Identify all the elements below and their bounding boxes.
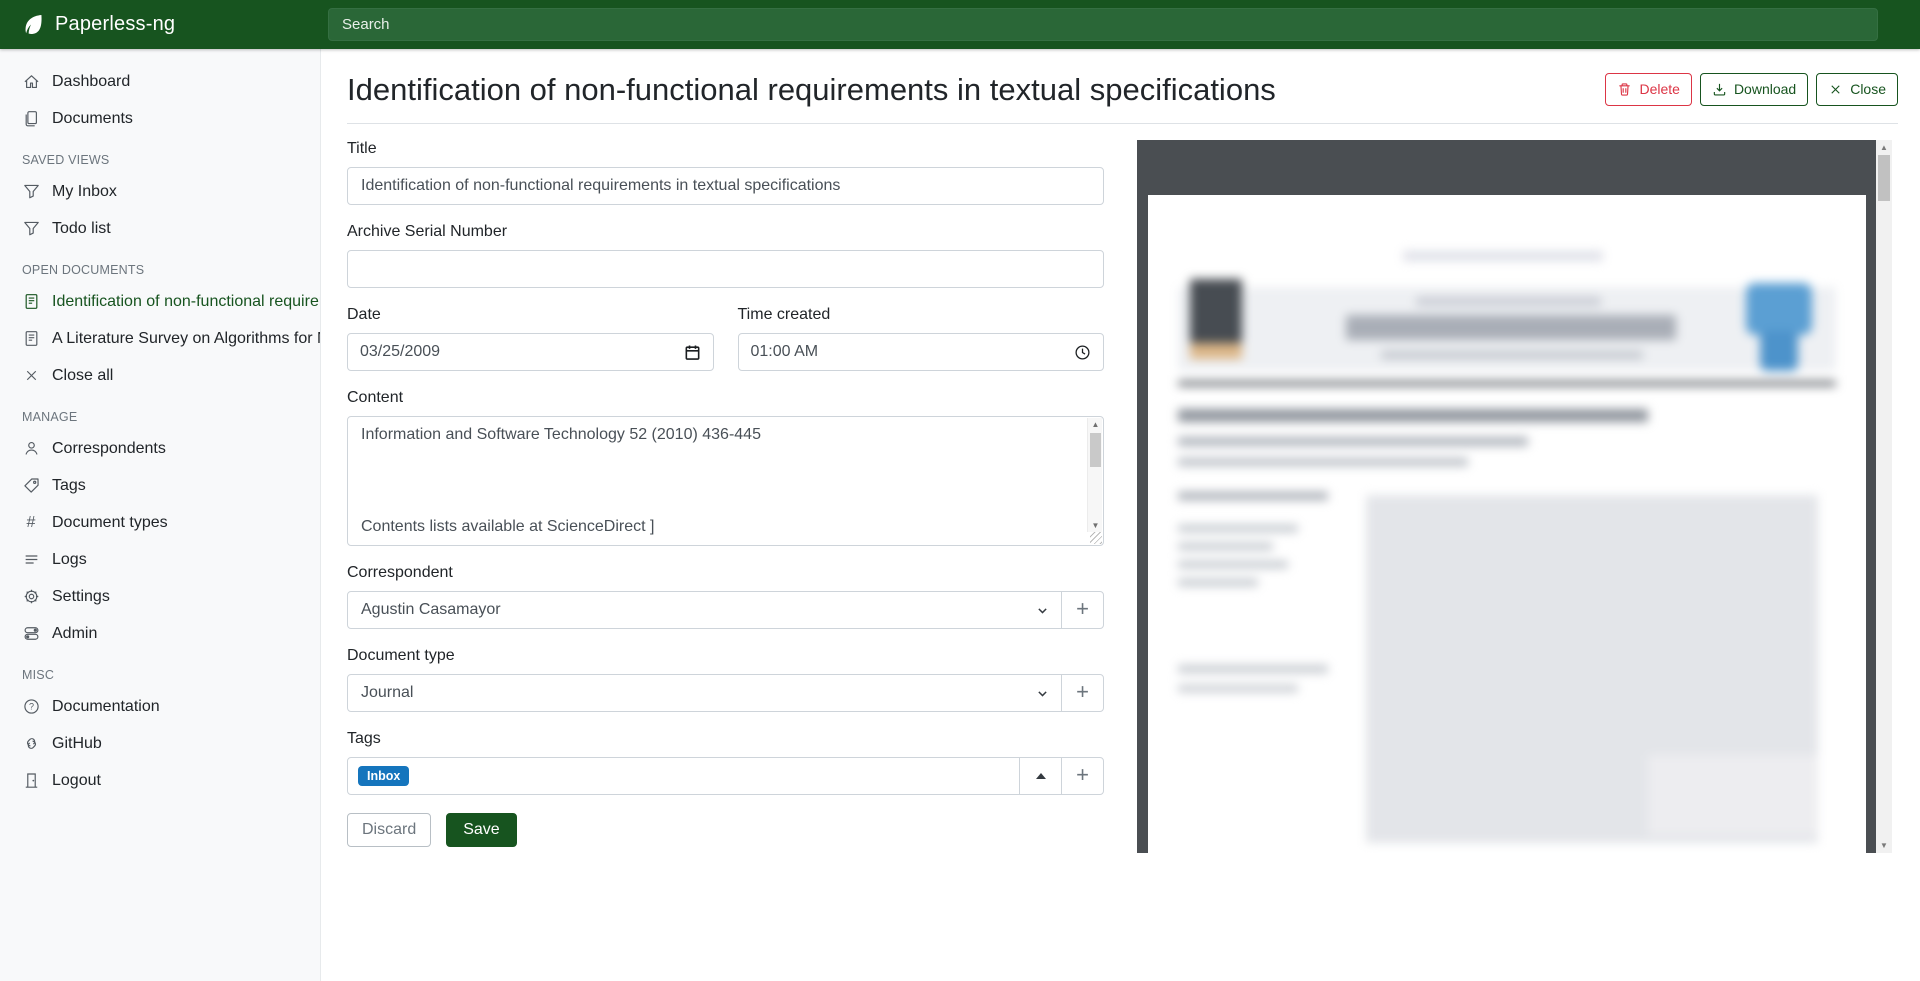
scroll-down-arrow[interactable]: ▼ [1876, 841, 1892, 850]
download-icon [1712, 82, 1727, 97]
scrollbar-thumb[interactable] [1878, 155, 1890, 201]
archive-serial-number-input[interactable] [347, 250, 1104, 288]
clock-icon[interactable] [1074, 344, 1091, 361]
content-label: Content [347, 389, 1104, 407]
sidebar-item-document-types[interactable]: # Document types [0, 504, 320, 541]
discard-button[interactable]: Discard [347, 813, 431, 847]
header-divider [347, 123, 1898, 124]
documents-icon [22, 110, 40, 128]
sidebar-item-documentation[interactable]: ? Documentation [0, 688, 320, 725]
sidebar-item-tags[interactable]: Tags [0, 467, 320, 504]
plus-icon: + [1076, 764, 1089, 786]
chevron-down-icon [1036, 604, 1049, 617]
list-icon [22, 551, 40, 569]
hash-icon: # [22, 514, 40, 532]
content-textarea[interactable]: Information and Software Technology 52 (… [347, 416, 1104, 546]
correspondent-label: Correspondent [347, 564, 1104, 582]
close-icon [22, 367, 40, 385]
pdf-preview[interactable]: ▲ ▼ [1137, 140, 1892, 853]
calendar-icon[interactable] [684, 344, 701, 361]
add-document-type-button[interactable]: + [1061, 674, 1104, 712]
tags-dropdown-button[interactable] [1019, 757, 1062, 795]
top-navbar: Paperless-ng [0, 0, 1920, 49]
sidebar-item-logout[interactable]: Logout [0, 762, 320, 799]
content-scrollbar[interactable]: ▲ ▼ [1087, 418, 1102, 532]
document-type-select[interactable]: Journal [347, 674, 1062, 712]
close-icon [1828, 82, 1843, 97]
time-created-input[interactable]: 01:00 AM [738, 333, 1105, 371]
scrollbar-thumb[interactable] [1090, 433, 1101, 467]
pdf-toolbar [1137, 140, 1876, 195]
correspondent-select[interactable]: Agustin Casamayor [347, 591, 1062, 629]
date-label: Date [347, 306, 714, 324]
caret-up-icon [1036, 773, 1046, 779]
person-icon [22, 440, 40, 458]
save-button[interactable]: Save [446, 813, 516, 847]
trash-icon [1617, 82, 1632, 97]
chevron-down-icon [1036, 687, 1049, 700]
add-correspondent-button[interactable]: + [1061, 591, 1104, 629]
door-icon [22, 772, 40, 790]
download-button[interactable]: Download [1700, 73, 1808, 105]
sidebar-item-github[interactable]: GitHub [0, 725, 320, 762]
sidebar-header-misc: MISC [0, 652, 320, 688]
sidebar-close-all[interactable]: Close all [0, 357, 320, 394]
main-content: Identification of non-functional require… [321, 49, 1920, 981]
leaf-logo-icon [21, 13, 44, 36]
gear-icon [22, 588, 40, 606]
search-input[interactable] [328, 8, 1878, 41]
funnel-icon [22, 183, 40, 201]
document-edit-form: Title Archive Serial Number Date 03/25/2… [347, 140, 1104, 853]
date-input[interactable]: 03/25/2009 [347, 333, 714, 371]
sidebar-item-documents[interactable]: Documents [0, 100, 320, 137]
sidebar-item-my-inbox[interactable]: My Inbox [0, 173, 320, 210]
tag-chip-inbox[interactable]: Inbox [358, 766, 409, 787]
plus-icon: + [1076, 681, 1089, 703]
scroll-up-arrow[interactable]: ▲ [1088, 420, 1103, 429]
app-brand[interactable]: Paperless-ng [0, 13, 321, 36]
house-icon [22, 73, 40, 91]
sidebar-open-document-1[interactable]: Identification of non-functional require… [0, 283, 320, 320]
sidebar-item-logs[interactable]: Logs [0, 541, 320, 578]
sidebar-item-correspondents[interactable]: Correspondents [0, 430, 320, 467]
tags-label: Tags [347, 730, 1104, 748]
title-label: Title [347, 140, 1104, 158]
plus-icon: + [1076, 598, 1089, 620]
toggles-icon [22, 625, 40, 643]
title-input[interactable] [347, 167, 1104, 205]
resize-handle[interactable] [1090, 532, 1102, 544]
sidebar-open-document-2[interactable]: A Literature Survey on Algorithms for Mu… [0, 320, 320, 357]
tags-input[interactable]: Inbox [347, 757, 1020, 795]
scroll-up-arrow[interactable]: ▲ [1876, 143, 1892, 152]
sidebar-header-open-documents: OPEN DOCUMENTS [0, 247, 320, 283]
sidebar-item-settings[interactable]: Settings [0, 578, 320, 615]
sidebar-header-manage: MANAGE [0, 394, 320, 430]
sidebar-item-dashboard[interactable]: Dashboard [0, 63, 320, 100]
scroll-down-arrow[interactable]: ▼ [1088, 521, 1103, 530]
sidebar-item-todo-list[interactable]: Todo list [0, 210, 320, 247]
add-tag-button[interactable]: + [1061, 757, 1104, 795]
question-circle-icon: ? [22, 698, 40, 716]
file-text-icon [22, 330, 40, 348]
pdf-page [1148, 195, 1866, 853]
pdf-scrollbar[interactable]: ▲ ▼ [1876, 140, 1892, 853]
page-title: Identification of non-functional require… [347, 71, 1276, 108]
time-created-label: Time created [738, 306, 1105, 324]
document-type-label: Document type [347, 647, 1104, 665]
file-text-icon [22, 293, 40, 311]
sidebar-header-saved-views: SAVED VIEWS [0, 137, 320, 173]
close-button[interactable]: Close [1816, 73, 1898, 105]
svg-text:?: ? [28, 702, 33, 712]
sidebar: Dashboard Documents SAVED VIEWS My Inbox… [0, 49, 321, 981]
pdf-blurred-content [1148, 195, 1866, 853]
funnel-icon [22, 220, 40, 238]
delete-button[interactable]: Delete [1605, 73, 1691, 105]
link-icon [22, 735, 40, 753]
asn-label: Archive Serial Number [347, 223, 1104, 241]
app-title: Paperless-ng [55, 13, 175, 36]
tag-icon [22, 477, 40, 495]
sidebar-item-admin[interactable]: Admin [0, 615, 320, 652]
